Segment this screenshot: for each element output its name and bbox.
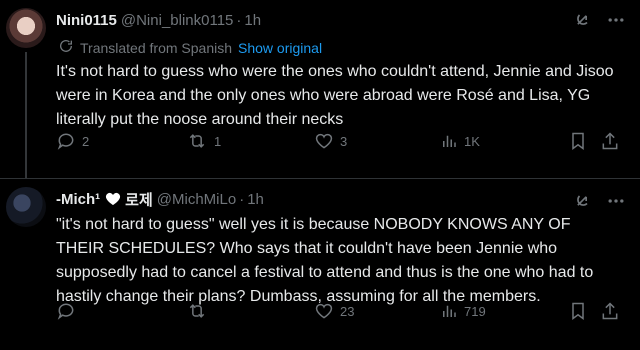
like-button[interactable]: 3 bbox=[314, 131, 347, 151]
repost-icon bbox=[186, 301, 208, 321]
timestamp[interactable]: 1h bbox=[247, 191, 264, 208]
bookmark-button[interactable] bbox=[568, 131, 588, 151]
white-heart-icon bbox=[105, 191, 121, 207]
more-icon[interactable] bbox=[606, 10, 626, 30]
username[interactable]: @Nini_blink0115 bbox=[121, 12, 234, 29]
tweet-header: -Mich¹ 로제 @MichMiLo · 1h bbox=[56, 189, 264, 209]
display-name-suffix: 로제 bbox=[125, 191, 153, 209]
tweet-header: Nini0115 @Nini_blink0115 · 1h bbox=[56, 10, 261, 30]
reply-icon bbox=[56, 131, 76, 151]
tweet[interactable]: Nini0115 @Nini_blink0115 · 1h Translated… bbox=[0, 0, 640, 178]
tweet[interactable]: -Mich¹ 로제 @MichMiLo · 1h "it's not hard … bbox=[0, 178, 640, 350]
tweet-text: "it's not hard to guess" well yes it is … bbox=[56, 216, 594, 305]
show-original-link[interactable]: Show original bbox=[238, 40, 322, 56]
reply-icon bbox=[56, 301, 76, 321]
share-icon bbox=[600, 131, 620, 151]
repost-count: 1 bbox=[214, 133, 222, 149]
like-count: 3 bbox=[340, 133, 348, 149]
bookmark-button[interactable] bbox=[568, 301, 588, 321]
tweet-top-actions bbox=[572, 10, 626, 30]
grok-icon[interactable] bbox=[572, 191, 592, 211]
like-icon bbox=[314, 301, 334, 321]
thread-line bbox=[25, 52, 27, 178]
reply-count: 2 bbox=[82, 133, 90, 149]
reply-button[interactable] bbox=[56, 301, 82, 321]
repost-icon bbox=[186, 131, 208, 151]
translation-notice: Translated from Spanish Show original bbox=[58, 38, 322, 57]
views-count: 1K bbox=[464, 133, 480, 149]
repost-button[interactable]: 1 bbox=[186, 131, 221, 151]
share-icon bbox=[600, 301, 620, 321]
repost-button[interactable] bbox=[186, 301, 214, 321]
display-name[interactable]: Nini0115 bbox=[56, 12, 117, 29]
bookmark-icon bbox=[568, 301, 588, 321]
views-count: 719 bbox=[464, 303, 486, 319]
like-count: 23 bbox=[340, 303, 355, 319]
views-icon bbox=[440, 302, 458, 320]
timestamp[interactable]: 1h bbox=[244, 12, 261, 29]
translated-label: Translated from Spanish bbox=[80, 39, 232, 56]
views-icon bbox=[440, 132, 458, 150]
translate-icon bbox=[58, 38, 74, 57]
reply-button[interactable]: 2 bbox=[56, 131, 89, 151]
tweet-top-actions bbox=[572, 191, 626, 211]
username[interactable]: @MichMiLo bbox=[157, 191, 236, 208]
grok-icon[interactable] bbox=[572, 10, 592, 30]
like-button[interactable]: 23 bbox=[314, 301, 354, 321]
display-name[interactable]: -Mich¹ bbox=[56, 191, 100, 208]
share-button[interactable] bbox=[600, 301, 620, 321]
views-button[interactable]: 1K bbox=[440, 132, 480, 150]
views-button[interactable]: 719 bbox=[440, 302, 486, 320]
separator: · bbox=[239, 190, 245, 208]
like-icon bbox=[314, 131, 334, 151]
bookmark-icon bbox=[568, 131, 588, 151]
share-button[interactable] bbox=[600, 131, 620, 151]
avatar[interactable] bbox=[6, 187, 46, 227]
avatar[interactable] bbox=[6, 8, 46, 48]
tweet-text: It's not hard to guess who were the ones… bbox=[56, 63, 614, 128]
more-icon[interactable] bbox=[606, 191, 626, 211]
separator: · bbox=[236, 11, 242, 29]
